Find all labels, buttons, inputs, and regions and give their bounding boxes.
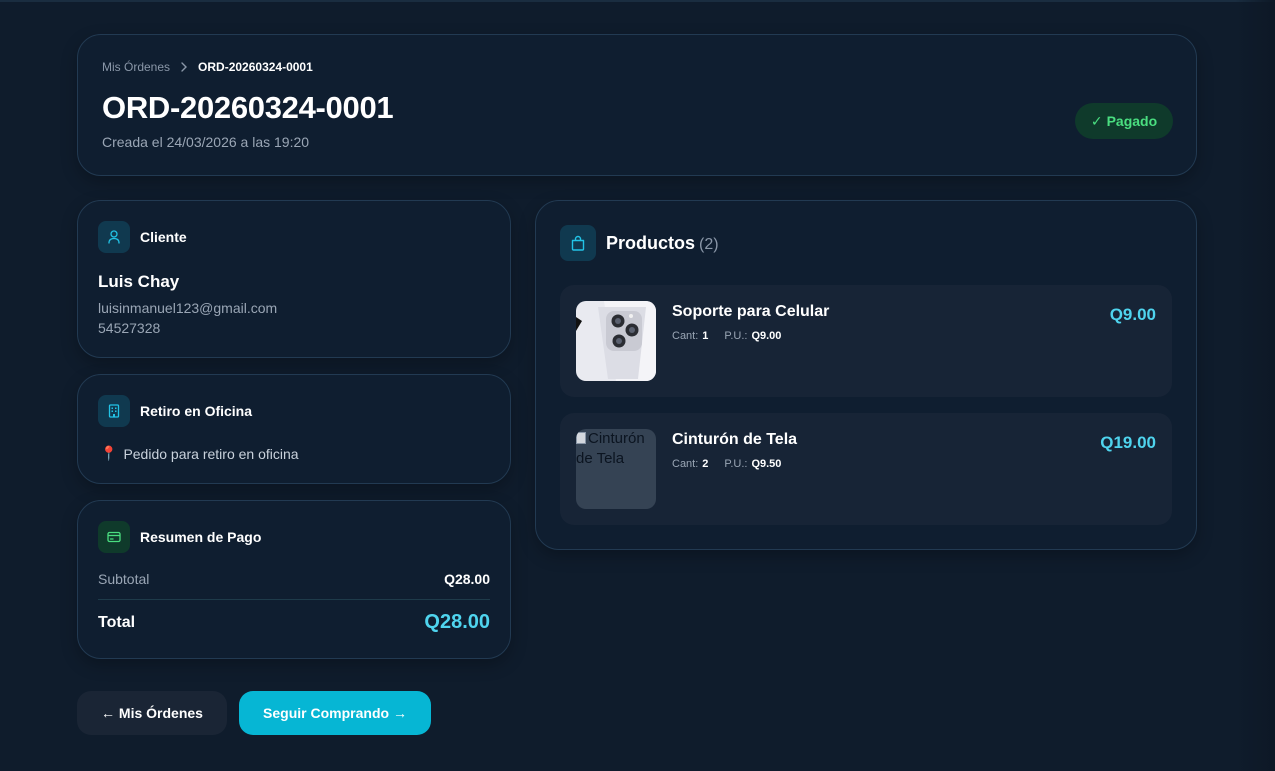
subtotal-row: Subtotal Q28.00 — [98, 571, 490, 587]
credit-card-icon — [98, 521, 130, 553]
product-image-broken: Cinturón de Tela — [576, 429, 656, 509]
client-section-header: Cliente — [98, 221, 187, 253]
summary-divider — [98, 599, 490, 600]
unit-price-label: P.U.: — [724, 330, 748, 342]
product-image-alt: Cinturón de Tela — [576, 430, 645, 467]
breadcrumb-link-orders[interactable]: Mis Órdenes — [102, 60, 170, 74]
unit-price-label: P.U.: — [724, 458, 748, 470]
payment-summary-card: Resumen de Pago Subtotal Q28.00 Total Q2… — [77, 500, 511, 659]
pickup-description: 📍 Pedido para retiro en oficina — [100, 445, 299, 462]
client-name: Luis Chay — [98, 272, 180, 291]
qty-label: Cant: — [672, 458, 699, 470]
pickup-section-title: Retiro en Oficina — [140, 403, 253, 419]
qty-label: Cant: — [672, 330, 699, 342]
product-name: Cinturón de Tela — [672, 431, 798, 448]
total-label: Total — [98, 613, 136, 631]
product-name: Soporte para Celular — [672, 303, 830, 320]
products-card: Productos (2) Soporte para Celular Cant: … — [535, 200, 1197, 550]
page-title: ORD-20260324-0001 — [102, 90, 394, 125]
user-icon — [98, 221, 130, 253]
pickup-section-header: Retiro en Oficina — [98, 395, 252, 427]
right-edge-shade — [1235, 0, 1275, 771]
qty-value: 2 — [702, 458, 709, 470]
summary-section-title: Resumen de Pago — [140, 529, 262, 545]
product-price: Q9.00 — [1109, 305, 1156, 324]
product-image-phone — [576, 301, 656, 381]
order-header-card: Mis Órdenes ORD-20260324-0001 ORD-202603… — [77, 34, 1197, 176]
top-border — [0, 0, 1275, 2]
pickup-card: Retiro en Oficina 📍 Pedido para retiro e… — [77, 374, 511, 484]
products-count: (2) — [699, 235, 719, 253]
back-to-orders-button[interactable]: ← Mis Órdenes — [77, 691, 227, 735]
total-value: Q28.00 — [424, 611, 490, 633]
summary-section-header: Resumen de Pago — [98, 521, 261, 553]
unit-price-value: Q9.00 — [751, 330, 782, 342]
client-card: Cliente Luis Chay luisinmanuel123@gmail.… — [77, 200, 511, 358]
total-row: Total Q28.00 — [98, 611, 490, 634]
qty-value: 1 — [702, 330, 709, 342]
breadcrumb: Mis Órdenes ORD-20260324-0001 — [102, 60, 313, 74]
product-item[interactable]: Cinturón de Tela Cinturón de Tela Cant: … — [560, 413, 1172, 525]
map-pin-icon: 📍 — [100, 445, 118, 461]
pickup-text: Pedido para retiro en oficina — [123, 445, 299, 462]
continue-shopping-button[interactable]: Seguir Comprando → — [239, 691, 431, 735]
product-price: Q19.00 — [1100, 433, 1156, 452]
subtotal-label: Subtotal — [98, 571, 150, 587]
subtotal-value: Q28.00 — [444, 571, 490, 587]
status-badge: ✓ Pagado — [1075, 103, 1173, 139]
product-meta: Cant: 1 P.U.: Q9.00 — [672, 330, 781, 342]
products-title: Productos (2) — [606, 232, 719, 253]
product-item[interactable]: Soporte para Celular Cant: 1 P.U.: Q9.00… — [560, 285, 1172, 397]
check-icon: ✓ — [1090, 112, 1103, 129]
order-created-date: Creada el 24/03/2026 a las 19:20 — [102, 134, 310, 150]
chevron-right-icon — [180, 62, 188, 72]
client-phone: 54527328 — [98, 320, 161, 336]
client-section-title: Cliente — [140, 229, 187, 245]
shopping-bag-icon — [560, 225, 596, 261]
breadcrumb-current: ORD-20260324-0001 — [198, 60, 313, 74]
products-section-header: Productos (2) — [560, 225, 719, 261]
unit-price-value: Q9.50 — [751, 458, 782, 470]
product-meta: Cant: 2 P.U.: Q9.50 — [672, 458, 781, 470]
building-icon — [98, 395, 130, 427]
status-label: Pagado — [1106, 113, 1158, 129]
client-email: luisinmanuel123@gmail.com — [98, 300, 278, 316]
